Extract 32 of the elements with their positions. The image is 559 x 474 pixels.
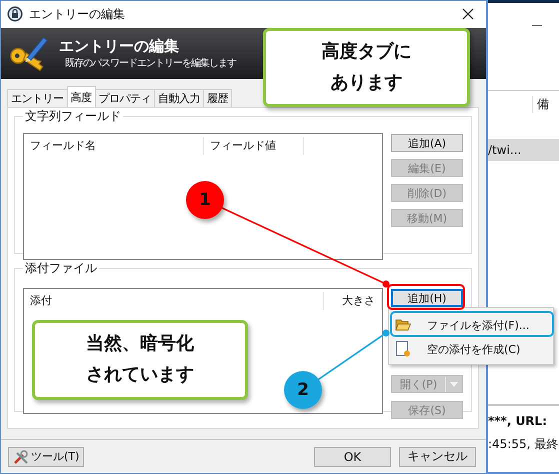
tools-button[interactable]: ツール(T) bbox=[8, 446, 84, 467]
minimize-icon[interactable] bbox=[532, 25, 542, 27]
callout-text: 高度タブに あります bbox=[322, 40, 412, 94]
dropdown-icon bbox=[450, 382, 458, 387]
add-button[interactable]: 追加(H) bbox=[391, 289, 463, 308]
window-title: エントリーの編集 bbox=[29, 6, 126, 23]
column-header: フィールド名 bbox=[24, 137, 204, 156]
tools-icon bbox=[13, 448, 29, 465]
side-button[interactable]: 追加(A) bbox=[391, 134, 463, 152]
ok-button[interactable]: OK bbox=[314, 446, 391, 467]
table-row[interactable]: /twi... bbox=[488, 139, 559, 161]
lock-icon bbox=[7, 6, 23, 22]
status-text: ***, URL: bbox=[488, 414, 548, 428]
tab[interactable]: 高度 bbox=[66, 86, 96, 108]
tab[interactable]: 履歴 bbox=[203, 89, 232, 108]
menu-item[interactable]: ファイルを添付(F)... bbox=[389, 313, 553, 337]
status-text: :45:55, 最終 bbox=[488, 436, 559, 453]
cancel-button[interactable]: キャンセル bbox=[399, 446, 476, 467]
column-header: 添付 bbox=[24, 292, 324, 310]
column-header: 備 bbox=[532, 96, 559, 112]
header-title: エントリーの編集 bbox=[59, 37, 180, 56]
column-header: 大きさ bbox=[324, 292, 382, 310]
close-icon[interactable] bbox=[462, 8, 474, 20]
header-subtitle: 既存のパスワードエントリーを編集します bbox=[64, 57, 236, 70]
group-title: 文字列フィールド bbox=[24, 108, 122, 126]
folder-icon bbox=[395, 318, 411, 332]
new-document-icon bbox=[395, 341, 411, 357]
menu-item[interactable]: 空の添付を作成(C) bbox=[389, 337, 553, 361]
callout-text: 当然、暗号化 されています bbox=[86, 332, 194, 387]
column-header: フィールド値 bbox=[204, 137, 304, 156]
tab[interactable]: エントリー bbox=[7, 89, 68, 108]
group-title: 添付ファイル bbox=[24, 260, 98, 278]
